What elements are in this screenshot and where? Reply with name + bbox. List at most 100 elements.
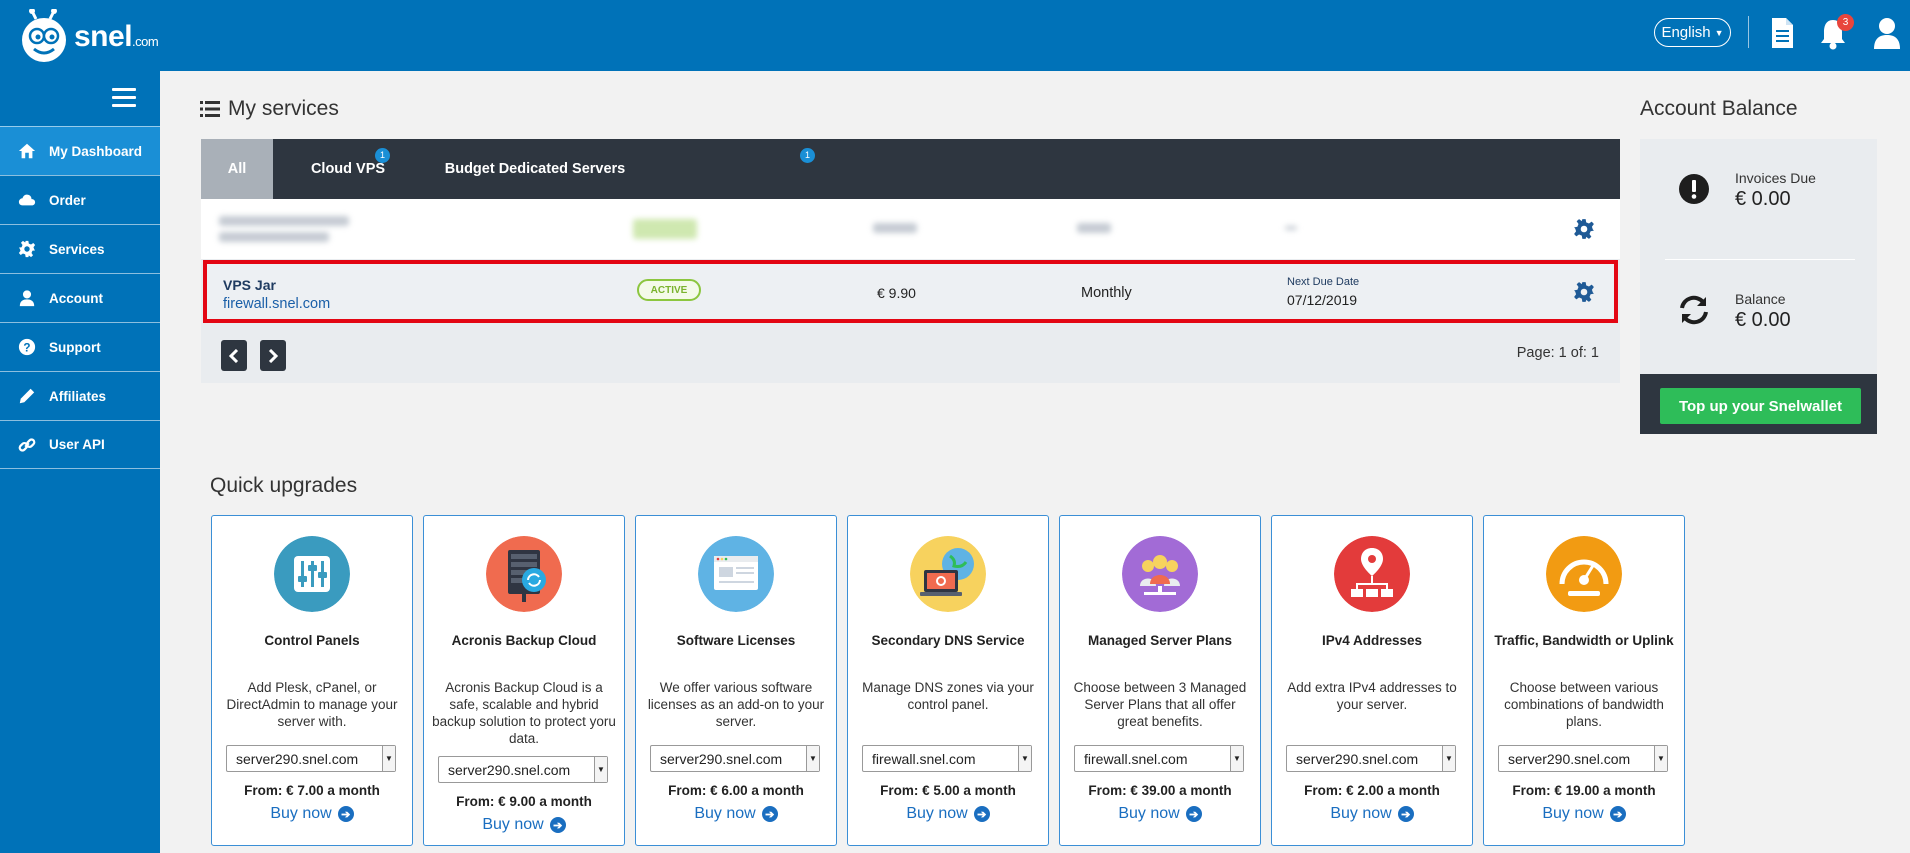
caret-down-icon: ▼ [594,757,607,782]
table-row-vps-jar[interactable]: VPS Jar firewall.snel.com ACTIVE € 9.90 … [203,260,1618,323]
balance-value: € 0.00 [1735,309,1791,331]
sidebar-item-dashboard[interactable]: My Dashboard [0,126,160,175]
server-select-value: firewall.snel.com [1084,751,1188,767]
card-description: Choose between 3 Managed Server Plans th… [1073,680,1247,729]
tab-count-badge: 1 [800,148,815,163]
caret-down-icon: ▼ [1714,27,1724,38]
chevron-right-icon [268,348,279,363]
arrow-right-circle-icon: ➔ [1185,806,1202,822]
server-select-value: server290.snel.com [236,751,359,767]
card-description: We offer various software licenses as an… [647,680,825,729]
card-description: Manage DNS zones via your control panel. [862,680,1034,712]
buy-now-label: Buy now [482,816,544,833]
card-title: Managed Server Plans [1087,633,1233,648]
table-row-blurred[interactable] [201,199,1620,259]
buy-now-label: Buy now [270,805,332,822]
logo-text: snel.com [74,20,159,53]
card-price: From: € 2.00 a month [1304,783,1440,798]
buy-now-label: Buy now [1330,805,1392,822]
server-select[interactable]: server290.snel.com ▼ [1498,745,1668,772]
service-price: € 9.90 [877,285,916,301]
caret-down-icon: ▼ [1018,746,1031,771]
upgrade-card-software-licenses: Software Licenses We offer various softw… [635,515,837,846]
sidebar-item-support[interactable]: ? Support [0,322,160,371]
sidebar-item-affiliates[interactable]: Affiliates [0,371,160,420]
speedometer-icon [1546,536,1622,612]
card-price: From: € 5.00 a month [880,783,1016,798]
balance-label: Balance [1735,291,1786,307]
settings-gear-icon[interactable] [1573,218,1595,240]
tab-all[interactable]: All [201,139,273,199]
server-select[interactable]: server290.snel.com ▼ [226,745,396,772]
upgrade-card-managed-server-plans: Managed Server Plans Choose between 3 Ma… [1059,515,1261,846]
sidebar-item-label: Affiliates [49,388,107,404]
card-title: Control Panels [264,633,360,648]
ant-mascot-icon [22,9,66,62]
tab-label: All [227,161,247,177]
card-price: From: € 9.00 a month [456,794,592,809]
balance-footer: Top up your Snelwallet [1640,374,1877,434]
top-header: snel.com English ▼ 3 [0,0,1910,71]
upgrade-card-control-panels: Control Panels Add Plesk, cPanel, or Dir… [211,515,413,846]
exclamation-circle-icon [1679,174,1709,204]
user-icon [17,288,37,308]
server-select[interactable]: server290.snel.com ▼ [650,745,820,772]
server-select-value: firewall.snel.com [872,751,976,767]
caret-down-icon: ▼ [1442,746,1455,771]
svg-text:?: ? [23,342,30,355]
language-dropdown[interactable]: English ▼ [1654,18,1731,47]
buy-now-link[interactable]: Buy now ➔ [636,805,836,823]
buy-now-label: Buy now [906,805,968,822]
service-domain[interactable]: firewall.snel.com [223,296,330,312]
balance: Balance € 0.00 [1640,260,1877,370]
notification-badge: 3 [1837,14,1854,31]
buy-now-link[interactable]: Buy now ➔ [212,805,412,823]
top-up-snelwallet-button[interactable]: Top up your Snelwallet [1660,388,1861,424]
buy-now-label: Buy now [1118,805,1180,822]
next-page-button[interactable] [260,340,286,371]
server-select[interactable]: server290.snel.com ▼ [1286,745,1456,772]
arrow-right-circle-icon: ➔ [973,806,990,822]
services-table: VPS Jar firewall.snel.com ACTIVE € 9.90 … [201,199,1620,383]
server-select-value: server290.snel.com [660,751,783,767]
server-select[interactable]: server290.snel.com ▼ [438,756,608,783]
buy-now-link[interactable]: Buy now ➔ [1484,805,1684,823]
sidebar-item-services[interactable]: Services [0,224,160,273]
tab-cloud-vps[interactable]: Cloud VPS 1 [273,139,423,199]
sidebar-item-order[interactable]: Order [0,175,160,224]
chevron-left-icon [228,348,239,363]
sidebar-nav: My Dashboard Order Services Account ? Su… [0,126,160,469]
user-icon[interactable] [1872,16,1902,50]
card-price: From: € 6.00 a month [668,783,804,798]
buy-now-link[interactable]: Buy now ➔ [424,816,624,834]
buy-now-link[interactable]: Buy now ➔ [1060,805,1260,823]
card-title: Software Licenses [676,633,796,648]
settings-gear-icon[interactable] [1573,281,1595,303]
buy-now-link[interactable]: Buy now ➔ [848,805,1048,823]
upgrade-card-secondary-dns: Secondary DNS Service Manage DNS zones v… [847,515,1049,846]
server-select[interactable]: firewall.snel.com ▼ [862,745,1032,772]
link-icon [17,435,37,455]
server-select-value: server290.snel.com [448,762,571,778]
caret-down-icon: ▼ [806,746,819,771]
snel-logo[interactable]: snel.com [16,8,176,66]
upgrade-card-acronis-backup: Acronis Backup Cloud Acronis Backup Clou… [423,515,625,846]
service-name[interactable]: VPS Jar [223,277,276,293]
sidebar-item-label: Order [49,192,86,208]
account-balance-title: Account Balance [1640,97,1798,120]
sidebar-item-account[interactable]: Account [0,273,160,322]
hamburger-menu-icon[interactable] [112,88,136,108]
buy-now-label: Buy now [694,805,756,822]
server-select[interactable]: firewall.snel.com ▼ [1074,745,1244,772]
buy-now-label: Buy now [1542,805,1604,822]
tab-budget-dedicated-servers[interactable]: Budget Dedicated Servers 1 [423,139,815,199]
prev-page-button[interactable] [221,340,247,371]
buy-now-link[interactable]: Buy now ➔ [1272,805,1472,823]
status-badge: ACTIVE [637,279,701,301]
caret-down-icon: ▼ [382,746,395,771]
cloud-icon [17,190,37,210]
team-people-icon [1122,536,1198,612]
document-icon[interactable] [1767,16,1797,50]
sidebar-item-user-api[interactable]: User API [0,420,160,469]
network-pin-icon [1334,536,1410,612]
